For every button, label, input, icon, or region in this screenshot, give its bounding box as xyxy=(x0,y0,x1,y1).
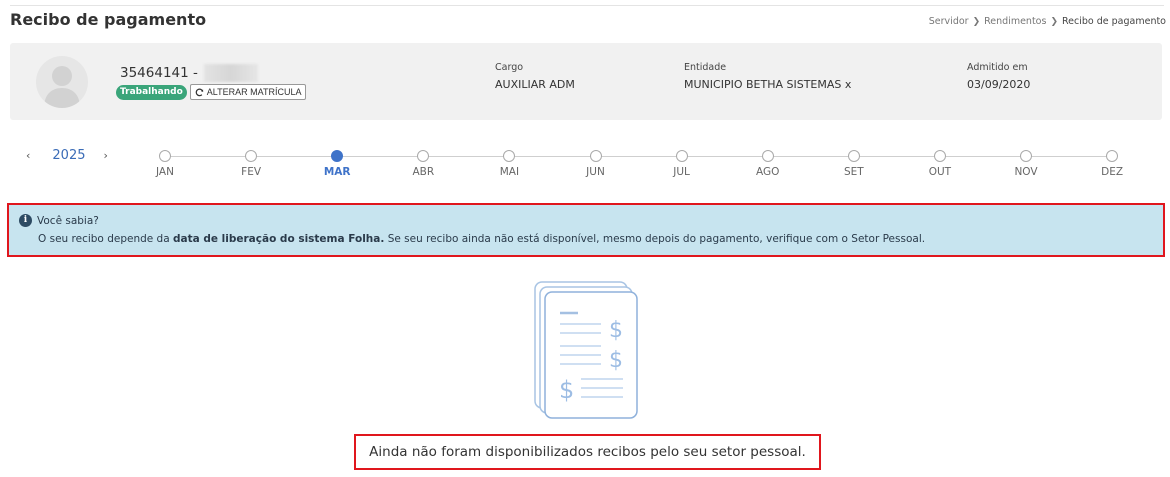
month-label[interactable]: JUN xyxy=(576,166,616,178)
info-text-bold: data de liberação do sistema Folha. xyxy=(173,233,385,245)
info-banner-header: i Você sabia? xyxy=(19,214,99,227)
cargo-value: AUXILIAR ADM xyxy=(495,78,575,91)
matricula-number: 35464141 - xyxy=(120,65,198,81)
month-label[interactable]: JAN xyxy=(145,166,185,178)
month-dot[interactable] xyxy=(503,150,516,162)
month-label[interactable]: DEZ xyxy=(1092,166,1132,178)
year-label: 2025 xyxy=(52,148,86,163)
prev-year-button[interactable]: ‹ xyxy=(26,149,30,162)
month-label[interactable]: ABR xyxy=(403,166,443,178)
svg-text:$: $ xyxy=(609,348,623,373)
info-banner-title: Você sabia? xyxy=(37,214,99,227)
info-text-end: Se seu recibo ainda não está disponível,… xyxy=(384,233,926,245)
svg-text:$: $ xyxy=(559,376,574,404)
month-dot[interactable] xyxy=(1106,150,1119,162)
month-label[interactable]: OUT xyxy=(920,166,960,178)
month-abr[interactable]: ABR xyxy=(403,150,443,178)
admitido-value: 03/09/2020 xyxy=(967,78,1031,91)
month-timeline-line xyxy=(165,156,1112,157)
month-nov[interactable]: NOV xyxy=(1006,150,1046,178)
avatar xyxy=(36,56,88,108)
month-dez[interactable]: DEZ xyxy=(1092,150,1132,178)
employee-name-redacted xyxy=(203,64,258,82)
breadcrumb-rendimentos[interactable]: Rendimentos xyxy=(984,16,1046,27)
info-icon: i xyxy=(19,214,32,227)
month-label[interactable]: NOV xyxy=(1006,166,1046,178)
status-badge: Trabalhando xyxy=(116,84,187,100)
month-set[interactable]: SET xyxy=(834,150,874,178)
month-dot[interactable] xyxy=(589,150,602,162)
month-dot[interactable] xyxy=(417,150,430,162)
breadcrumb-servidor[interactable]: Servidor xyxy=(929,16,969,27)
user-silhouette-icon xyxy=(44,66,80,108)
month-label[interactable]: JUL xyxy=(662,166,702,178)
top-divider xyxy=(10,5,1164,6)
month-jul[interactable]: JUL xyxy=(662,150,702,178)
month-mai[interactable]: MAI xyxy=(489,150,529,178)
chevron-right-icon: ❯ xyxy=(972,16,981,27)
entidade-value: MUNICIPIO BETHA SISTEMAS x xyxy=(684,78,852,91)
profile-card: 35464141 - Trabalhando ALTERAR MATRÍCULA… xyxy=(10,43,1162,120)
month-dot[interactable] xyxy=(675,150,688,162)
entidade-label: Entidade xyxy=(684,62,727,73)
entidade-info: Entidade MUNICIPIO BETHA SISTEMAS x xyxy=(684,62,851,91)
month-mar[interactable]: MAR xyxy=(317,150,357,178)
month-jan[interactable]: JAN xyxy=(145,150,185,178)
month-dot[interactable] xyxy=(245,150,258,162)
month-dot[interactable] xyxy=(761,150,774,162)
next-year-button[interactable]: › xyxy=(104,149,108,162)
month-dot[interactable] xyxy=(933,150,946,162)
month-label[interactable]: FEV xyxy=(231,166,271,178)
info-banner-text: O seu recibo depende da data de liberaçã… xyxy=(38,233,925,245)
month-ago[interactable]: AGO xyxy=(748,150,788,178)
month-out[interactable]: OUT xyxy=(920,150,960,178)
month-label[interactable]: SET xyxy=(834,166,874,178)
chevron-right-icon: ❯ xyxy=(1050,16,1058,27)
receipt-stack-icon: $ $ $ xyxy=(534,281,638,419)
info-banner: i Você sabia? O seu recibo depende da da… xyxy=(7,203,1165,257)
month-label[interactable]: MAR xyxy=(317,166,357,178)
status-row: Trabalhando ALTERAR MATRÍCULA xyxy=(116,84,307,100)
cargo-label: Cargo xyxy=(495,62,524,73)
alter-matricula-label: ALTERAR MATRÍCULA xyxy=(206,87,302,97)
month-fev[interactable]: FEV xyxy=(231,150,271,178)
alter-matricula-button[interactable]: ALTERAR MATRÍCULA xyxy=(189,84,307,100)
admitido-info: Admitido em 03/09/2020 xyxy=(967,62,1030,91)
employee-id: 35464141 - xyxy=(120,64,258,82)
svg-text:$: $ xyxy=(609,318,623,343)
month-dot[interactable] xyxy=(1020,150,1032,162)
month-dot[interactable] xyxy=(847,150,860,162)
empty-state-message: Ainda não foram disponibilizados recibos… xyxy=(354,434,821,470)
info-text-start: O seu recibo depende da xyxy=(38,233,173,245)
month-label[interactable]: MAI xyxy=(489,166,529,178)
admitido-label: Admitido em xyxy=(967,62,1028,73)
breadcrumb: Servidor ❯ Rendimentos ❯ Recibo de pagam… xyxy=(929,16,1166,27)
cargo-info: Cargo AUXILIAR ADM xyxy=(495,62,575,91)
month-jun[interactable]: JUN xyxy=(576,150,616,178)
page-title: Recibo de pagamento xyxy=(10,10,207,29)
breadcrumb-current: Recibo de pagamento xyxy=(1062,16,1166,27)
month-dot[interactable] xyxy=(331,150,344,162)
month-dot[interactable] xyxy=(159,150,171,162)
year-navigator: ‹ 2025 › xyxy=(26,148,108,163)
refresh-icon xyxy=(195,88,204,96)
month-label[interactable]: AGO xyxy=(748,166,788,178)
